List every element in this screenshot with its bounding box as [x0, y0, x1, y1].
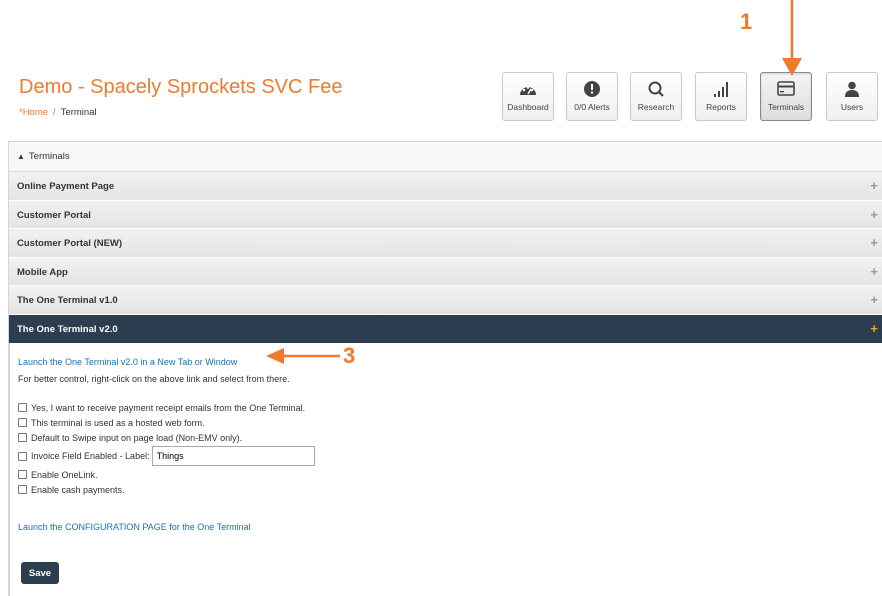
option-invoice-field: Invoice Field Enabled - Label:	[18, 445, 882, 467]
nav-users-label: Users	[840, 102, 864, 112]
section-customer-portal-new[interactable]: Customer Portal (NEW) +	[9, 229, 882, 258]
launch-hint-text: For better control, right-click on the a…	[18, 374, 290, 384]
section-one-terminal-v2[interactable]: The One Terminal v2.0 +	[9, 314, 882, 343]
option-label: Default to Swipe input on page load (Non…	[31, 432, 243, 443]
option-label: Enable cash payments.	[31, 484, 125, 495]
dashboard-icon	[520, 86, 536, 95]
terminals-panel-header[interactable]: ▲︎ Terminals	[9, 142, 882, 172]
panel-header-label: Terminals	[28, 151, 70, 162]
nav-research-button[interactable]: Research	[630, 72, 682, 121]
nav-alerts-label: 0/0 Alerts	[574, 102, 610, 112]
search-icon	[648, 81, 664, 97]
section-mobile-app[interactable]: Mobile App +	[9, 257, 882, 286]
sort-icon: ▲︎	[17, 152, 25, 161]
nav-reports-label: Reports	[706, 102, 736, 112]
breadcrumb: *Home / Terminal	[19, 107, 97, 118]
section-label: The One Terminal v1.0	[17, 295, 118, 306]
expand-icon: +	[870, 235, 878, 250]
section-label: Mobile App	[17, 266, 68, 278]
nav-alerts-button[interactable]: 0/0 Alerts	[566, 72, 618, 121]
option-label: This terminal is used as a hosted web fo…	[31, 417, 205, 428]
section-label: The One Terminal v2.0	[17, 323, 118, 335]
nav-users-button[interactable]: Users	[826, 72, 878, 121]
option-cash-payments: Enable cash payments.	[18, 482, 882, 497]
invoice-label-input[interactable]	[151, 446, 315, 466]
default-swipe-checkbox[interactable]	[18, 433, 27, 442]
option-receipt-emails: Yes, I want to receive payment receipt e…	[18, 400, 882, 415]
hosted-web-form-checkbox[interactable]	[18, 418, 27, 427]
cash-payments-checkbox[interactable]	[18, 485, 27, 494]
alert-icon	[584, 81, 600, 97]
option-default-swipe: Default to Swipe input on page load (Non…	[18, 430, 882, 445]
breadcrumb-home-link[interactable]: *Home	[19, 107, 48, 118]
breadcrumb-current: Terminal	[60, 107, 97, 118]
onelink-checkbox[interactable]	[18, 470, 27, 479]
annotation-number-1: 1	[740, 9, 753, 34]
nav-terminals-button[interactable]: Terminals	[760, 72, 812, 121]
bar-chart-icon	[714, 82, 728, 97]
launch-terminal-link[interactable]: Launch the One Terminal v2.0 in a New Ta…	[18, 357, 237, 367]
credit-card-icon	[777, 81, 795, 96]
configuration-page-link[interactable]: Launch the CONFIGURATION PAGE for the On…	[18, 522, 251, 532]
expand-icon: +	[870, 178, 878, 193]
nav-dashboard-button[interactable]: Dashboard	[502, 72, 554, 121]
section-customer-portal[interactable]: Customer Portal +	[9, 200, 882, 229]
expand-icon: +	[870, 320, 878, 336]
page-title: Demo - Spacely Sprockets SVC Fee	[19, 76, 343, 98]
option-label: Enable OneLink.	[31, 469, 98, 480]
option-label: Invoice Field Enabled - Label:	[31, 451, 150, 461]
receipt-emails-checkbox[interactable]	[18, 403, 27, 412]
breadcrumb-separator: /	[53, 107, 56, 118]
section-label: Customer Portal	[17, 209, 91, 221]
section-one-terminal-v1[interactable]: The One Terminal v1.0 +	[9, 286, 882, 315]
nav-terminals-label: Terminals	[767, 102, 805, 112]
option-hosted-web-form: This terminal is used as a hosted web fo…	[18, 415, 882, 430]
expand-icon: +	[870, 263, 878, 279]
expand-icon: +	[870, 292, 878, 307]
one-terminal-v2-content: Launch the One Terminal v2.0 in a New Ta…	[9, 343, 882, 596]
invoice-field-checkbox[interactable]	[18, 451, 27, 461]
user-icon	[845, 81, 859, 97]
section-label: Online Payment Page	[17, 181, 115, 192]
option-label: Yes, I want to receive payment receipt e…	[31, 402, 306, 413]
save-button[interactable]: Save	[21, 562, 59, 584]
section-online-payment-page[interactable]: Online Payment Page +	[9, 172, 882, 201]
section-label: Customer Portal (NEW)	[17, 238, 123, 249]
expand-icon: +	[870, 206, 878, 222]
nav-dashboard-label: Dashboard	[507, 102, 549, 112]
nav-reports-button[interactable]: Reports	[695, 72, 747, 121]
nav-research-label: Research	[637, 102, 675, 112]
terminals-panel: ▲︎ Terminals Online Payment Page + Custom…	[8, 141, 882, 596]
option-onelink: Enable OneLink.	[18, 467, 882, 482]
